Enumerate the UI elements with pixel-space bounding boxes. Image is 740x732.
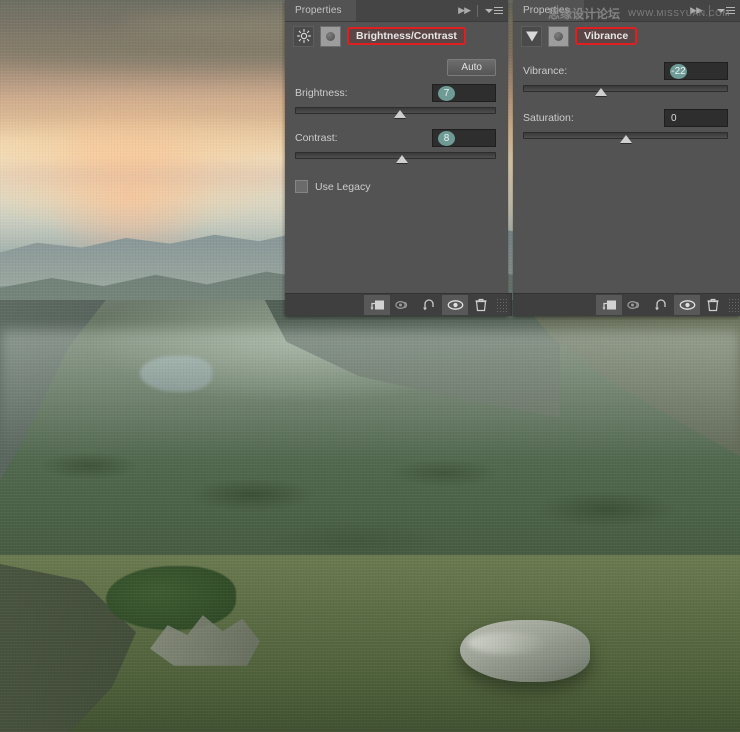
panel-titlebar: Properties ▶▶ — [285, 0, 508, 22]
properties-panel-brightness-contrast: Properties ▶▶ Brightness/Contrast Auto B… — [285, 0, 512, 316]
adjustment-header-vibrance: Vibrance — [513, 22, 740, 50]
panel-tab-properties[interactable]: Properties — [285, 0, 356, 21]
layer-mask-thumbnail[interactable] — [320, 25, 341, 47]
saturation-slider-thumb[interactable] — [619, 135, 632, 143]
saturation-row: Saturation: 0 — [523, 109, 728, 127]
vibrance-label: Vibrance: — [523, 65, 568, 77]
panel-tab-properties-vibrance[interactable]: Properties — [513, 0, 584, 21]
saturation-value-field[interactable]: 0 — [664, 109, 728, 127]
panel-resize-grip[interactable] — [496, 298, 508, 312]
panel-menu-icon-vibrance[interactable] — [717, 6, 735, 15]
properties-panel-vibrance: Properties ▶▶ Vibrance Vibrance: -22 Sat… — [513, 0, 740, 316]
vibrance-body: Vibrance: -22 Saturation: 0 — [513, 50, 740, 144]
panel-bar-controls-vibrance: ▶▶ — [690, 0, 735, 21]
use-legacy-checkbox[interactable] — [295, 180, 308, 193]
delete-layer-icon-vibrance[interactable] — [700, 295, 726, 315]
adjustment-title-vibrance: Vibrance — [575, 27, 638, 45]
view-previous-state-icon-vibrance[interactable] — [622, 295, 648, 315]
clip-to-layer-icon[interactable] — [364, 295, 390, 315]
menu-lines-icon — [494, 6, 503, 15]
contrast-label: Contrast: — [295, 132, 338, 144]
collapse-panel-icon[interactable]: ▶▶ — [458, 5, 471, 16]
titlebar-divider — [477, 4, 478, 17]
toggle-visibility-icon-vibrance[interactable] — [674, 295, 700, 315]
saturation-label: Saturation: — [523, 112, 574, 124]
panel-titlebar-vibrance: Properties ▶▶ — [513, 0, 740, 22]
panel-resize-grip-vibrance[interactable] — [728, 298, 740, 312]
saturation-slider[interactable] — [523, 130, 728, 144]
vibrance-slider[interactable] — [523, 83, 728, 97]
vibrance-value-field[interactable]: -22 — [664, 62, 728, 80]
panel-footer-toolbar — [285, 293, 512, 316]
titlebar-divider-vibrance — [709, 4, 710, 17]
reset-icon-vibrance[interactable] — [648, 295, 674, 315]
adjustment-header: Brightness/Contrast — [285, 22, 508, 50]
layer-mask-thumbnail-vibrance[interactable] — [548, 25, 569, 47]
panel-menu-icon[interactable] — [485, 6, 503, 15]
toggle-visibility-icon[interactable] — [442, 295, 468, 315]
vibrance-slider-thumb[interactable] — [594, 88, 607, 96]
contrast-slider[interactable] — [295, 150, 496, 164]
vibrance-icon[interactable] — [521, 25, 542, 47]
view-previous-state-icon[interactable] — [390, 295, 416, 315]
contrast-row: Contrast: 8 — [295, 129, 496, 147]
brightness-label: Brightness: — [295, 87, 348, 99]
brightness-row: Brightness: 7 — [295, 84, 496, 102]
saturation-value: 0 — [671, 112, 677, 124]
adjustment-title: Brightness/Contrast — [347, 27, 466, 45]
chevron-down-icon-vibrance — [717, 8, 725, 13]
contrast-control: Contrast: 8 — [295, 129, 496, 164]
panel-tab-label: Properties — [295, 5, 342, 16]
contrast-value-field[interactable]: 8 — [432, 129, 496, 147]
brightness-contrast-icon[interactable] — [293, 25, 314, 47]
brightness-slider-thumb[interactable] — [393, 110, 406, 118]
vibrance-row: Vibrance: -22 — [523, 62, 728, 80]
contrast-slider-thumb[interactable] — [395, 155, 408, 163]
vibrance-control: Vibrance: -22 — [523, 62, 728, 97]
menu-lines-icon-vibrance — [726, 6, 735, 15]
collapse-panel-icon-vibrance[interactable]: ▶▶ — [690, 5, 703, 16]
chevron-down-icon — [485, 8, 493, 13]
panel-footer-toolbar-vibrance — [513, 293, 740, 316]
delete-layer-icon[interactable] — [468, 295, 494, 315]
use-legacy-row[interactable]: Use Legacy — [295, 180, 496, 193]
brightness-contrast-body: Auto Brightness: 7 Contrast: 8 Use Legac… — [285, 50, 508, 193]
panel-tab-label-vibrance: Properties — [523, 5, 570, 16]
screenshot-canvas: Properties ▶▶ Brightness/Contrast Auto B… — [0, 0, 740, 732]
contrast-value: 8 — [438, 130, 455, 146]
use-legacy-label: Use Legacy — [315, 180, 371, 193]
saturation-control: Saturation: 0 — [523, 109, 728, 144]
vibrance-value: -22 — [670, 63, 687, 79]
vibrance-slider-track — [523, 85, 728, 92]
brightness-slider[interactable] — [295, 105, 496, 119]
panel-bar-controls: ▶▶ — [458, 0, 503, 21]
auto-row: Auto — [295, 59, 496, 76]
reset-icon[interactable] — [416, 295, 442, 315]
clip-to-layer-icon-vibrance[interactable] — [596, 295, 622, 315]
brightness-control: Brightness: 7 — [295, 84, 496, 119]
brightness-value: 7 — [438, 85, 455, 101]
brightness-value-field[interactable]: 7 — [432, 84, 496, 102]
auto-button[interactable]: Auto — [447, 59, 496, 76]
